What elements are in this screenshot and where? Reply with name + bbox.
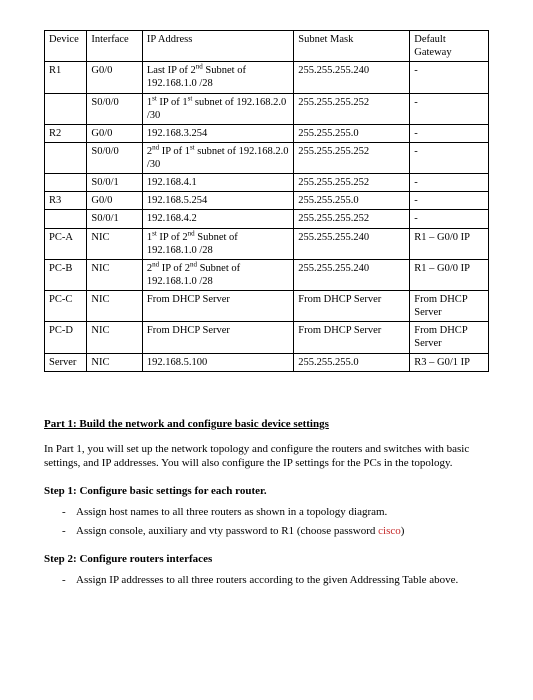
table-row: PC-BNIC2nd IP of 2nd Subnet of 192.168.1…	[45, 259, 489, 290]
cell-device: PC-C	[45, 291, 87, 322]
cell-gateway: -	[410, 192, 489, 210]
cell-mask: 255.255.255.240	[294, 259, 410, 290]
cell-device: R3	[45, 192, 87, 210]
cell-gateway: R1 – G0/0 IP	[410, 259, 489, 290]
cell-gateway: -	[410, 210, 489, 228]
cell-ip: 2nd IP of 1st subnet of 192.168.2.0 /30	[142, 142, 293, 173]
table-row: R2G0/0192.168.3.254255.255.255.0-	[45, 124, 489, 142]
cell-ip: 192.168.3.254	[142, 124, 293, 142]
password-word: cisco	[378, 525, 401, 537]
cell-interface: S0/0/1	[87, 174, 143, 192]
cell-mask: 255.255.255.0	[294, 353, 410, 371]
cell-mask: 255.255.255.0	[294, 192, 410, 210]
cell-gateway: R3 – G0/1 IP	[410, 353, 489, 371]
cell-interface: NIC	[87, 291, 143, 322]
cell-interface: NIC	[87, 322, 143, 353]
cell-ip: 192.168.5.100	[142, 353, 293, 371]
addressing-table: Device Interface IP Address Subnet Mask …	[44, 30, 489, 372]
cell-device: R2	[45, 124, 87, 142]
cell-ip: 192.168.4.1	[142, 174, 293, 192]
cell-ip: 192.168.5.254	[142, 192, 293, 210]
cell-mask: 255.255.255.240	[294, 62, 410, 93]
cell-device: R1	[45, 62, 87, 93]
list-item: Assign host names to all three routers a…	[62, 505, 489, 520]
table-header-row: Device Interface IP Address Subnet Mask …	[45, 31, 489, 62]
step2-list: Assign IP addresses to all three routers…	[62, 573, 489, 588]
cell-device	[45, 210, 87, 228]
step2-heading: Step 2: Configure routers interfaces	[44, 553, 489, 565]
cell-gateway: -	[410, 62, 489, 93]
cell-interface: NIC	[87, 228, 143, 259]
col-ip: IP Address	[142, 31, 293, 62]
cell-gateway: From DHCP Server	[410, 322, 489, 353]
col-interface: Interface	[87, 31, 143, 62]
cell-interface: NIC	[87, 259, 143, 290]
cell-ip: 1st IP of 1st subnet of 192.168.2.0 /30	[142, 93, 293, 124]
cell-device	[45, 142, 87, 173]
cell-interface: S0/0/1	[87, 210, 143, 228]
cell-interface: S0/0/0	[87, 142, 143, 173]
step1-item2-text: Assign console, auxiliary and vty passwo…	[76, 525, 378, 537]
table-row: R1G0/0Last IP of 2nd Subnet of 192.168.1…	[45, 62, 489, 93]
cell-interface: S0/0/0	[87, 93, 143, 124]
cell-device: Server	[45, 353, 87, 371]
cell-mask: From DHCP Server	[294, 291, 410, 322]
cell-device: PC-B	[45, 259, 87, 290]
cell-interface: G0/0	[87, 124, 143, 142]
cell-ip: From DHCP Server	[142, 322, 293, 353]
table-row: S0/0/1192.168.4.2255.255.255.252-	[45, 210, 489, 228]
table-row: R3G0/0192.168.5.254255.255.255.0-	[45, 192, 489, 210]
cell-gateway: From DHCP Server	[410, 291, 489, 322]
cell-interface: NIC	[87, 353, 143, 371]
table-row: S0/0/1192.168.4.1255.255.255.252-	[45, 174, 489, 192]
cell-gateway: -	[410, 174, 489, 192]
cell-device: PC-D	[45, 322, 87, 353]
cell-mask: 255.255.255.240	[294, 228, 410, 259]
cell-mask: 255.255.255.252	[294, 93, 410, 124]
cell-ip: 192.168.4.2	[142, 210, 293, 228]
cell-mask: 255.255.255.252	[294, 142, 410, 173]
list-item: Assign console, auxiliary and vty passwo…	[62, 524, 489, 539]
cell-ip: Last IP of 2nd Subnet of 192.168.1.0 /28	[142, 62, 293, 93]
cell-interface: G0/0	[87, 62, 143, 93]
step1-heading: Step 1: Configure basic settings for eac…	[44, 485, 489, 497]
cell-mask: From DHCP Server	[294, 322, 410, 353]
cell-mask: 255.255.255.252	[294, 210, 410, 228]
table-row: PC-ANIC1st IP of 2nd Subnet of 192.168.1…	[45, 228, 489, 259]
cell-device	[45, 174, 87, 192]
cell-mask: 255.255.255.252	[294, 174, 410, 192]
cell-gateway: -	[410, 124, 489, 142]
part1-intro: In Part 1, you will set up the network t…	[44, 442, 489, 472]
table-row: PC-DNICFrom DHCP ServerFrom DHCP ServerF…	[45, 322, 489, 353]
table-row: S0/0/02nd IP of 1st subnet of 192.168.2.…	[45, 142, 489, 173]
table-row: S0/0/01st IP of 1st subnet of 192.168.2.…	[45, 93, 489, 124]
part1-heading: Part 1: Build the network and configure …	[44, 418, 489, 430]
table-row: PC-CNICFrom DHCP ServerFrom DHCP ServerF…	[45, 291, 489, 322]
col-gateway: Default Gateway	[410, 31, 489, 62]
cell-interface: G0/0	[87, 192, 143, 210]
cell-mask: 255.255.255.0	[294, 124, 410, 142]
col-device: Device	[45, 31, 87, 62]
cell-ip: From DHCP Server	[142, 291, 293, 322]
cell-ip: 1st IP of 2nd Subnet of 192.168.1.0 /28	[142, 228, 293, 259]
step1-item2-tail: )	[401, 525, 405, 537]
step1-list: Assign host names to all three routers a…	[62, 505, 489, 539]
cell-device	[45, 93, 87, 124]
list-item: Assign IP addresses to all three routers…	[62, 573, 489, 588]
cell-gateway: R1 – G0/0 IP	[410, 228, 489, 259]
cell-ip: 2nd IP of 2nd Subnet of 192.168.1.0 /28	[142, 259, 293, 290]
col-mask: Subnet Mask	[294, 31, 410, 62]
cell-gateway: -	[410, 93, 489, 124]
cell-device: PC-A	[45, 228, 87, 259]
cell-gateway: -	[410, 142, 489, 173]
table-row: ServerNIC192.168.5.100255.255.255.0R3 – …	[45, 353, 489, 371]
